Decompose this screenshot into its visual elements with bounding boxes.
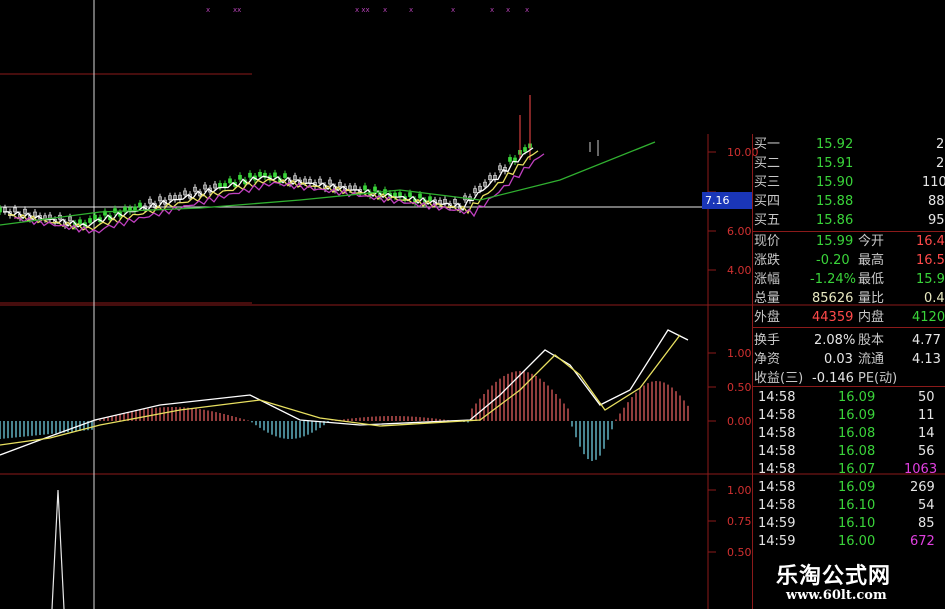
svg-text:x: x bbox=[451, 6, 455, 14]
candle bbox=[228, 178, 232, 184]
tick-time: 14:58 bbox=[758, 462, 796, 477]
macd-tick: 0.50 bbox=[727, 381, 752, 394]
tick-row[interactable]: 14:58 16.07 1063 bbox=[752, 461, 945, 479]
watermark-url: www.60lt.com bbox=[786, 588, 887, 603]
macd-tick: 1.00 bbox=[727, 347, 752, 360]
stats-row: 换手 2.08% 股本 4.77 bbox=[754, 333, 941, 348]
quote-row: 总量 85626 量比 0.4 bbox=[754, 291, 945, 306]
candle bbox=[93, 214, 97, 220]
tick-price: 16.08 bbox=[838, 444, 876, 459]
candle bbox=[258, 172, 262, 177]
ma-line bbox=[0, 141, 656, 226]
tick-time: 14:59 bbox=[758, 516, 796, 531]
tick-price: 16.07 bbox=[838, 462, 876, 477]
bid-row[interactable]: 买三 15.90 110 bbox=[752, 174, 945, 192]
candle bbox=[408, 192, 412, 197]
svg-text:x: x bbox=[525, 6, 529, 14]
candle bbox=[273, 172, 277, 178]
tick-time: 14:58 bbox=[758, 480, 796, 495]
candle bbox=[138, 202, 142, 208]
tick-price: 16.08 bbox=[838, 426, 876, 441]
tick-row[interactable]: 14:58 16.08 14 bbox=[752, 425, 945, 443]
tick-volume: 85 bbox=[918, 516, 935, 531]
candle bbox=[363, 185, 367, 191]
tick-time: 14:58 bbox=[758, 390, 796, 405]
candle bbox=[283, 173, 287, 178]
watermark-title: 乐淘公式网 bbox=[776, 564, 892, 589]
tick-price: 16.10 bbox=[838, 498, 876, 513]
candle bbox=[88, 218, 92, 223]
tick-volume: 56 bbox=[918, 444, 935, 459]
svg-text:x: x bbox=[206, 6, 210, 14]
vol-tick: 0.75 bbox=[727, 515, 752, 528]
moving-averages bbox=[0, 141, 656, 234]
bid-row[interactable]: 买四 15.88 88 bbox=[752, 193, 945, 211]
tick-row[interactable]: 14:58 16.09 269 bbox=[752, 479, 945, 497]
quote-row: 涨幅 -1.24% 最低 15.9 bbox=[754, 272, 945, 287]
quote-panel: 买一 15.92 2 买二 15.91 2 买三 15.90 110 买四 15.88 88 买… bbox=[752, 134, 945, 609]
tick-price: 16.00 bbox=[838, 534, 876, 549]
tick-row[interactable]: 14:58 16.09 11 bbox=[752, 407, 945, 425]
tick-row[interactable]: 14:59 16.00 672 bbox=[752, 533, 945, 551]
svg-text:x xx: x xx bbox=[355, 6, 370, 14]
quote-row: 涨跌 -0.20 最高 16.5 bbox=[754, 253, 945, 268]
candle bbox=[398, 192, 402, 197]
candle bbox=[0, 207, 2, 213]
candle bbox=[238, 174, 242, 180]
tick-row[interactable]: 14:59 16.10 85 bbox=[752, 515, 945, 533]
tick-price: 16.10 bbox=[838, 516, 876, 531]
price-tick: 4.00 bbox=[727, 264, 752, 277]
candle bbox=[78, 219, 82, 225]
tick-row[interactable]: 14:58 16.10 54 bbox=[752, 497, 945, 515]
candle bbox=[508, 157, 512, 162]
svg-text:x: x bbox=[409, 6, 413, 14]
quote-row: 现价 15.99 今开 16.4 bbox=[754, 234, 945, 249]
tick-row[interactable]: 14:58 16.08 56 bbox=[752, 443, 945, 461]
candle bbox=[373, 186, 377, 192]
ma-line bbox=[2, 147, 534, 228]
tick-volume: 672 bbox=[910, 534, 935, 549]
tick-time: 14:58 bbox=[758, 408, 796, 423]
tick-volume: 14 bbox=[918, 426, 935, 441]
candle bbox=[523, 147, 527, 152]
tick-volume: 269 bbox=[910, 480, 935, 495]
svg-text:xx: xx bbox=[233, 6, 241, 14]
candle bbox=[418, 193, 422, 199]
tick-volume: 54 bbox=[918, 498, 935, 513]
tick-time: 14:58 bbox=[758, 498, 796, 513]
indicator-spike bbox=[51, 489, 65, 609]
tick-price: 16.09 bbox=[838, 390, 876, 405]
macd-tick: 0.00 bbox=[727, 415, 752, 428]
svg-text:x: x bbox=[383, 6, 387, 14]
candle bbox=[428, 196, 432, 202]
tick-volume: 11 bbox=[918, 408, 935, 423]
quote-row: 外盘 44359 内盘 4120 bbox=[754, 310, 945, 325]
tick-volume: 50 bbox=[918, 390, 935, 405]
tick-price: 16.09 bbox=[838, 408, 876, 423]
macd-dif-line bbox=[0, 329, 689, 456]
vol-tick: 1.00 bbox=[727, 484, 752, 497]
bid-row[interactable]: 买二 15.91 2 bbox=[752, 155, 945, 173]
price-tick: 6.00 bbox=[727, 225, 752, 238]
tick-price: 16.09 bbox=[838, 480, 876, 495]
bid-row[interactable]: 买五 15.86 95 bbox=[752, 212, 945, 230]
candle bbox=[218, 183, 222, 188]
bid-row[interactable]: 买一 15.92 2 bbox=[752, 136, 945, 154]
current-price-box: 7.16 bbox=[702, 192, 752, 209]
tick-time: 14:59 bbox=[758, 534, 796, 549]
vol-tick: 0.50 bbox=[727, 546, 752, 559]
macd-lines bbox=[0, 329, 689, 456]
macd-dea-line bbox=[0, 334, 681, 446]
tick-row[interactable]: 14:58 16.09 50 bbox=[752, 389, 945, 407]
svg-text:x: x bbox=[506, 6, 510, 14]
candle bbox=[248, 172, 252, 178]
ma-line bbox=[7, 150, 539, 231]
tick-time: 14:58 bbox=[758, 444, 796, 459]
stats-row: 净资 0.03 流通 4.13 bbox=[754, 352, 941, 367]
tick-time: 14:58 bbox=[758, 426, 796, 441]
tick-volume: 1063 bbox=[904, 462, 938, 477]
svg-text:x: x bbox=[490, 6, 494, 14]
